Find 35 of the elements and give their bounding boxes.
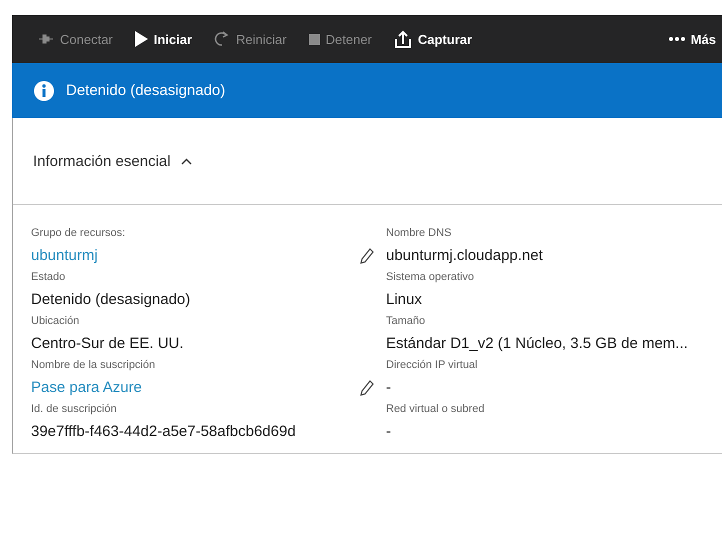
chevron-icon [180,158,192,164]
stop-icon [308,34,320,44]
field-value: ubunturmj.cloudapp.net [386,247,544,264]
field-label: Ubicación [31,314,80,329]
field-value: - [386,423,392,440]
field-value: Centro-Sur de EE. UU. [31,335,185,352]
pencil-icon[interactable] [360,380,374,396]
upload-icon [394,30,412,48]
restart-icon [214,31,230,47]
toolbar-button[interactable]: Capturar [394,30,472,48]
ellipsis-icon [668,37,685,41]
field-label: Red virtual o subred [386,402,484,417]
field-label: Sistema operativo [386,270,474,285]
info-icon [34,80,54,100]
field-value: Detenido (desasignado) [31,291,192,308]
pencil-icon[interactable] [360,248,374,264]
field-value: Estándar D1_v2 (1 Núcleo, 3.5 GB de mem... [386,335,689,352]
field-label: Nombre de la suscripción [31,358,156,373]
field-value: Linux [386,291,423,308]
status-text: Detenido (desasignado) [66,82,226,99]
play-icon [134,31,148,47]
field-link[interactable]: ubunturmj [31,247,360,264]
field-label: Id. de suscripción [31,402,117,417]
plug-icon [38,33,54,45]
field-label: Estado [31,270,66,285]
more-button[interactable]: Más [668,32,722,46]
field-label: Dirección IP virtual [386,358,478,373]
field-label: Grupo de recursos: [31,226,126,241]
field-value: 39e7fffb-f463-44d2-a5e7-58afbcb6d69d [31,423,297,440]
toolbar-button[interactable]: Iniciar [134,31,192,47]
field-value: - [386,379,392,396]
field-label: Tamaño [386,314,426,329]
field-link[interactable]: Pase para Azure [31,379,360,396]
essentials-toggle[interactable]: Información esencial [13,118,192,204]
field-label: Nombre DNS [386,226,452,241]
